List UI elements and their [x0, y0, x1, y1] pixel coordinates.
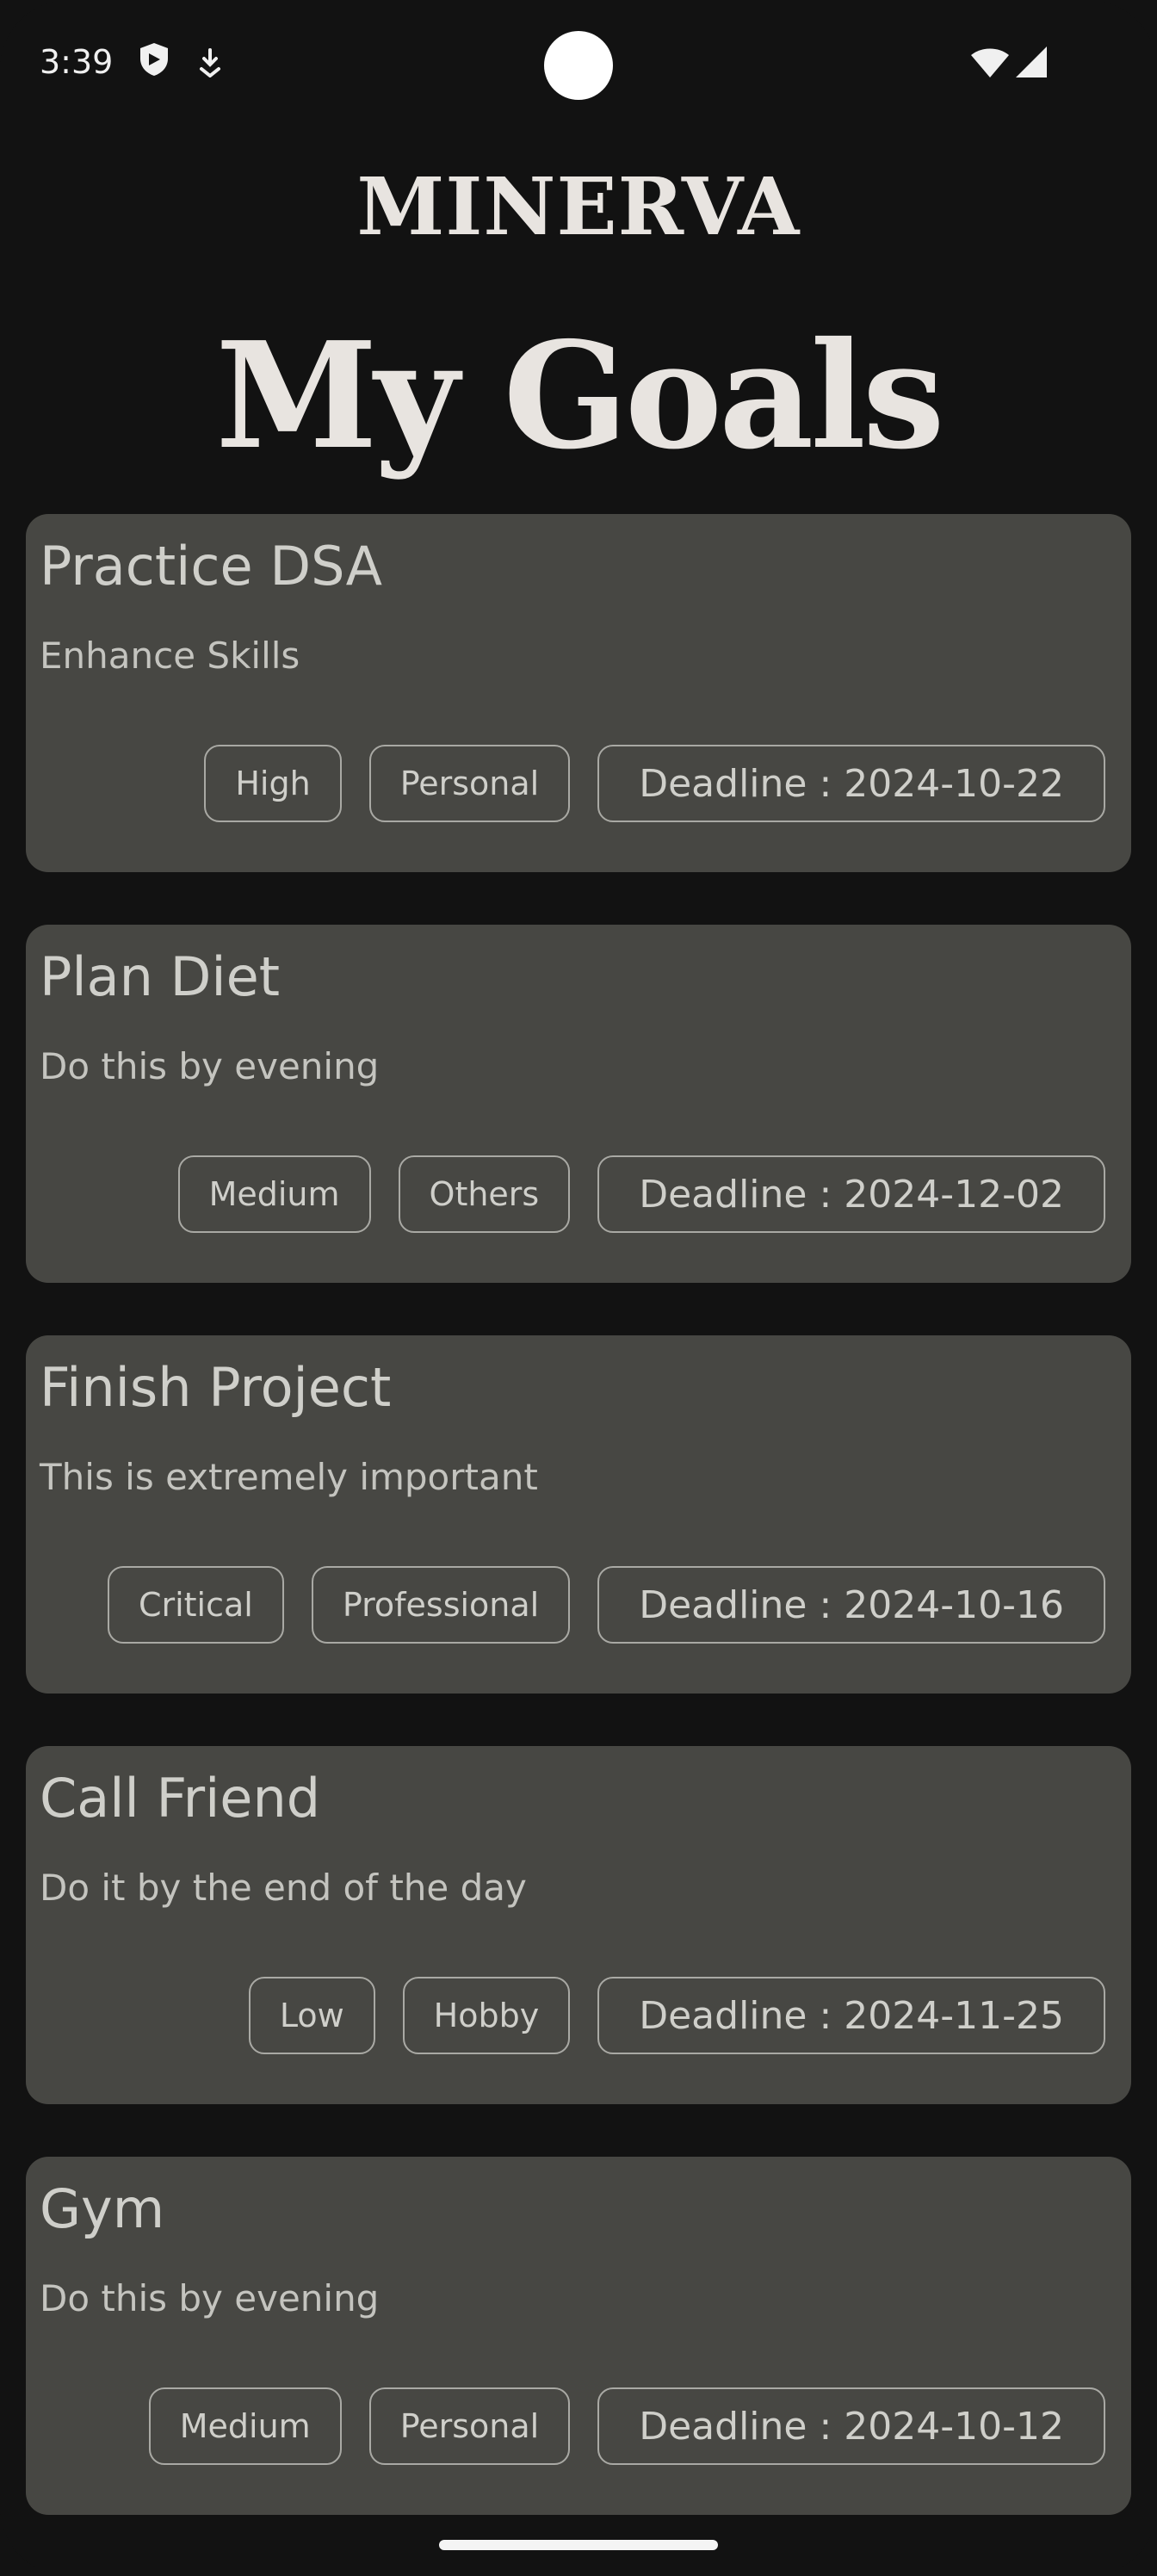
category-chip[interactable]: Personal	[368, 745, 571, 822]
goal-chip-row: Medium Others Deadline : 2024-12-02	[177, 1155, 1105, 1233]
category-chip[interactable]: Personal	[368, 2387, 571, 2465]
goal-card[interactable]: Finish Project This is extremely importa…	[26, 1335, 1131, 1694]
cellular-signal-icon	[1014, 45, 1049, 83]
download-icon	[198, 48, 222, 81]
deadline-chip[interactable]: Deadline : 2024-10-22	[597, 745, 1105, 822]
goal-title: Finish Project	[40, 1356, 392, 1419]
goal-card[interactable]: Plan Diet Do this by evening Medium Othe…	[26, 925, 1131, 1283]
deadline-chip[interactable]: Deadline : 2024-11-25	[597, 1977, 1105, 2054]
goal-chip-row: High Personal Deadline : 2024-10-22	[204, 745, 1105, 822]
status-time: 3:39	[40, 43, 114, 81]
goal-card[interactable]: Call Friend Do it by the end of the day …	[26, 1746, 1131, 2104]
goal-description: This is extremely important	[40, 1456, 538, 1498]
front-camera	[544, 31, 613, 100]
shield-icon	[138, 41, 170, 81]
goal-description: Do this by evening	[40, 2277, 380, 2319]
priority-chip[interactable]: Low	[248, 1977, 375, 2054]
goal-title: Practice DSA	[40, 535, 383, 598]
goal-title: Plan Diet	[40, 945, 281, 1008]
deadline-chip[interactable]: Deadline : 2024-10-16	[597, 1566, 1105, 1644]
home-indicator[interactable]	[439, 2540, 718, 2550]
goal-chip-row: Critical Professional Deadline : 2024-10…	[107, 1566, 1105, 1644]
goal-description: Do it by the end of the day	[40, 1867, 527, 1909]
goal-description: Do this by evening	[40, 1045, 380, 1087]
goal-list: Practice DSA Enhance Skills High Persona…	[26, 514, 1131, 2567]
category-chip[interactable]: Others	[398, 1155, 571, 1233]
goal-title: Gym	[40, 2177, 165, 2240]
category-chip[interactable]: Professional	[311, 1566, 571, 1644]
app-screen: 3:39 MINERVA My Goals Practice DSA Enhan…	[0, 0, 1157, 2576]
status-bar: 3:39	[0, 0, 1157, 129]
page-title: My Goals	[215, 310, 944, 482]
goal-chip-row: Low Hobby Deadline : 2024-11-25	[248, 1977, 1105, 2054]
goal-title: Call Friend	[40, 1767, 321, 1830]
deadline-chip[interactable]: Deadline : 2024-12-02	[597, 1155, 1105, 1233]
app-brand: MINERVA	[356, 160, 801, 253]
goal-description: Enhance Skills	[40, 635, 300, 677]
goal-card[interactable]: Practice DSA Enhance Skills High Persona…	[26, 514, 1131, 872]
priority-chip[interactable]: Medium	[177, 1155, 371, 1233]
deadline-chip[interactable]: Deadline : 2024-10-12	[597, 2387, 1105, 2465]
wifi-icon	[969, 45, 1011, 83]
priority-chip[interactable]: Medium	[148, 2387, 342, 2465]
priority-chip[interactable]: High	[204, 745, 342, 822]
priority-chip[interactable]: Critical	[107, 1566, 284, 1644]
category-chip[interactable]: Hobby	[402, 1977, 571, 2054]
goal-chip-row: Medium Personal Deadline : 2024-10-12	[148, 2387, 1105, 2465]
goal-card[interactable]: Gym Do this by evening Medium Personal D…	[26, 2157, 1131, 2515]
